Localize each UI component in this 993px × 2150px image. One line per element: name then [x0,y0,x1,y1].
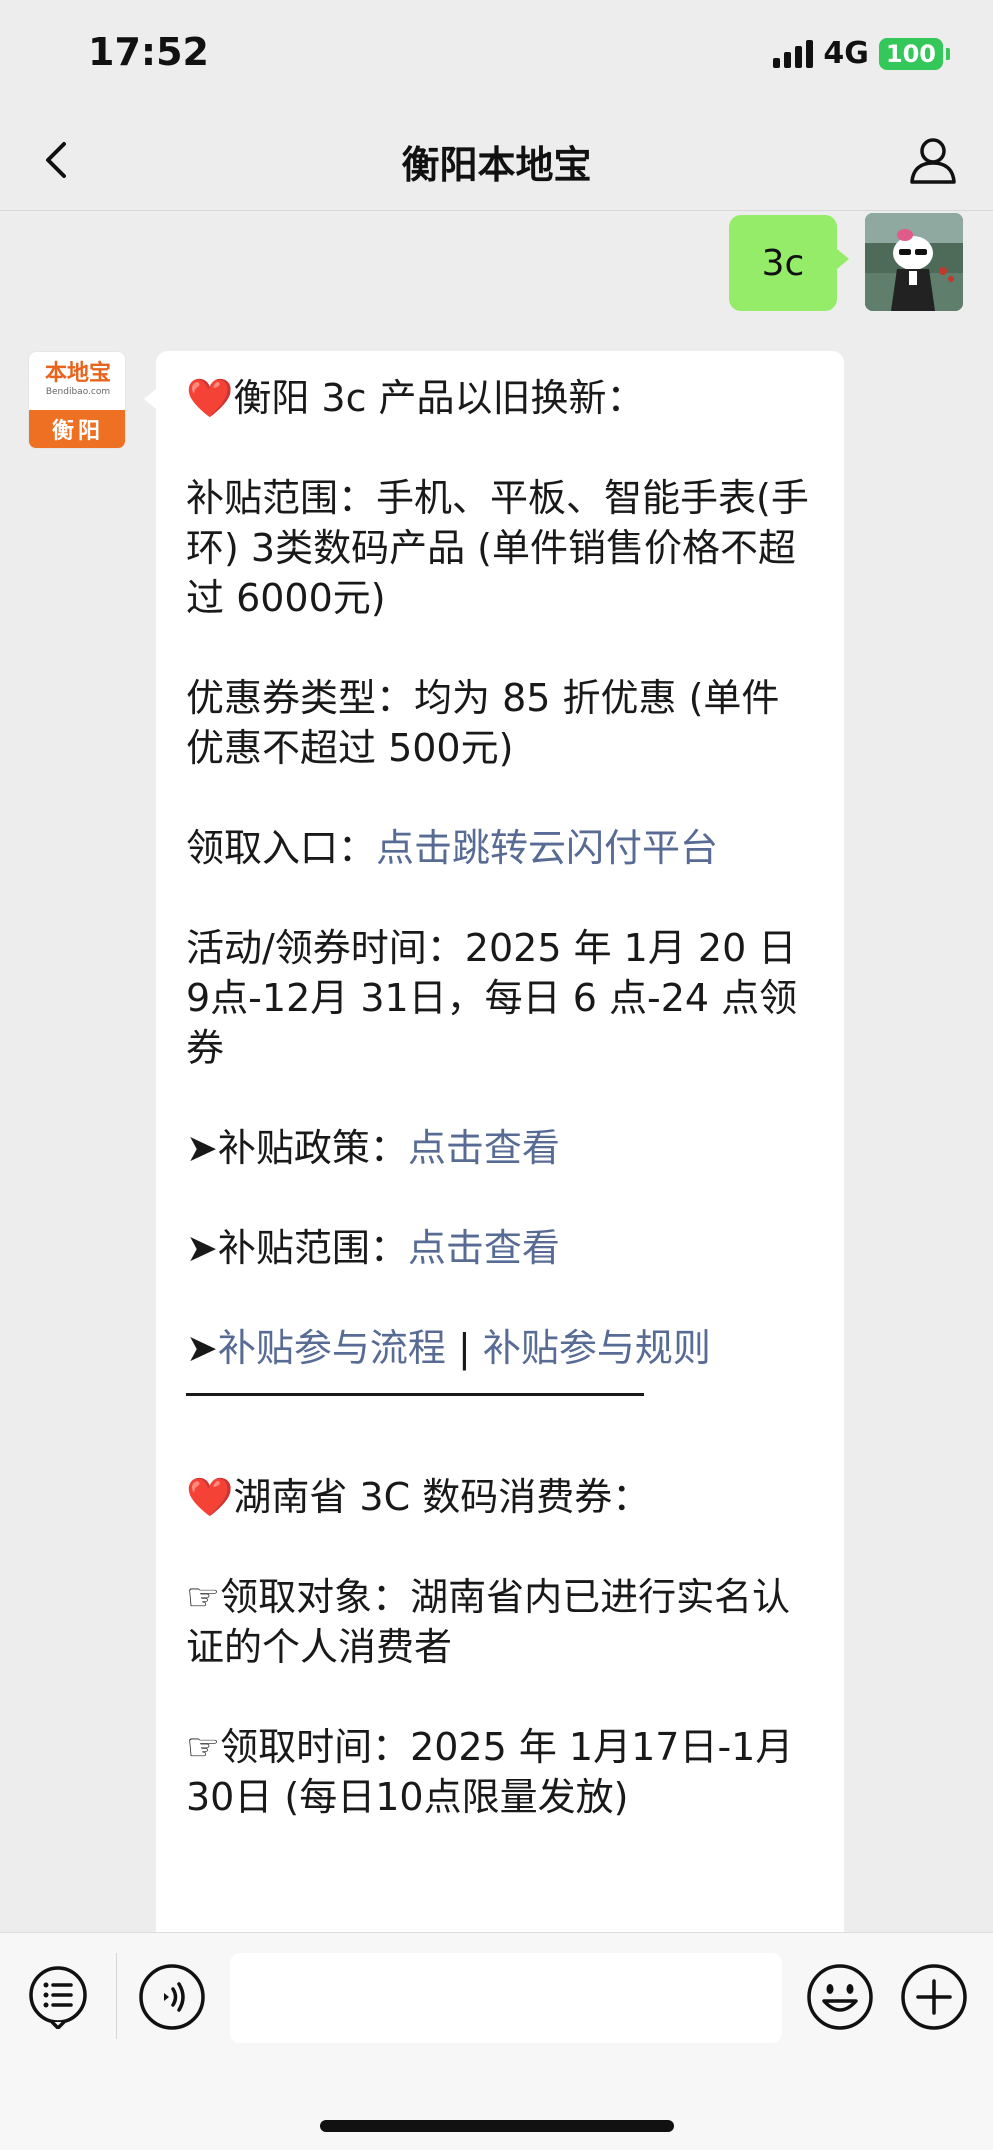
process-line: ➤补贴参与流程 | 补贴参与规则 [186,1323,814,1373]
bot-avatar[interactable]: 本地宝 Bendibao.com 衡阳 [28,351,126,449]
status-bar: 17:52 4G 100 [0,0,993,110]
section-title-1: ❤️衡阳 3c 产品以旧换新： [186,373,814,423]
policy-label: ➤补贴政策： [186,1126,408,1170]
entry-link[interactable]: 点击跳转云闪付平台 [376,826,718,870]
range-link[interactable]: 点击查看 [408,1226,560,1270]
range-label: ➤补贴范围： [186,1226,408,1270]
entry-label: 领取入口： [186,826,377,870]
user-avatar-image [865,213,963,311]
claim-target-text: ☞领取对象：湖南省内已进行实名认证的个人消费者 [186,1575,791,1669]
heart-icon: ❤️ [186,1475,234,1519]
divider-line [186,1393,644,1396]
home-indicator [320,2120,674,2132]
sent-message-row: 3c [0,211,993,311]
process-link[interactable]: 补贴参与流程 [218,1326,446,1370]
coupon-type-text: 优惠券类型：均为 85 折优惠 (单件优惠不超过 500元) [186,676,780,770]
range-line: ➤补贴范围：点击查看 [186,1223,814,1273]
network-label: 4G [823,36,869,71]
received-message-bubble[interactable]: ❤️衡阳 3c 产品以旧换新： 补贴范围：手机、平板、智能手表(手环) 3类数码… [144,351,844,1932]
bot-logo-city: 衡阳 [29,410,125,448]
voice-icon[interactable] [138,1963,206,2031]
plus-icon[interactable] [900,1963,968,2031]
battery-icon: 100 [878,37,951,70]
status-indicators: 4G 100 [773,36,951,71]
user-avatar[interactable] [865,213,963,311]
entry-line: 领取入口：点击跳转云闪付平台 [186,823,814,873]
sent-message-bubble[interactable]: 3c [729,215,849,311]
nav-bar: 衡阳本地宝 [0,110,993,211]
chat-area[interactable]: 3c 本地宝 Bendibao.com 衡阳 ❤️衡阳 3c 产品以旧换新： 补… [0,211,993,1932]
list-menu-icon[interactable] [26,1965,90,2029]
message-input[interactable] [230,1953,782,2043]
bot-logo-name: 本地宝 [44,361,111,386]
smiley-icon[interactable] [806,1963,874,2031]
section-title-2: ❤️湖南省 3C 数码消费券： [186,1472,814,1522]
subsidy-scope-text: 补贴范围：手机、平板、智能手表(手环) 3类数码产品 (单件销售价格不超过 60… [186,476,809,620]
status-time: 17:52 [88,30,209,74]
input-bar [0,1932,993,2150]
activity-time-text: 活动/领券时间：2025 年 1月 20 日 9点-12月 31日，每日 6 点… [186,926,798,1070]
heart-icon: ❤️ [186,376,234,420]
link-separator: | [457,1326,471,1370]
policy-line: ➤补贴政策：点击查看 [186,1123,814,1173]
bot-logo: 本地宝 Bendibao.com [29,352,125,408]
section-title-1-text: 衡阳 3c 产品以旧换新： [233,376,645,420]
person-icon[interactable] [907,134,959,186]
page-title: 衡阳本地宝 [401,143,592,187]
policy-link[interactable]: 点击查看 [408,1126,560,1170]
bar-separator [116,1953,117,2039]
rules-link[interactable]: 补贴参与规则 [483,1326,711,1370]
arrow-icon: ➤ [186,1326,218,1370]
section-title-2-text: 湖南省 3C 数码消费券： [233,1475,651,1519]
signal-icon [773,39,814,68]
bot-logo-url: Bendibao.com [45,387,111,397]
claim-time-text: ☞领取时间：2025 年 1月17日-1月30日 (每日10点限量发放) [186,1725,794,1819]
